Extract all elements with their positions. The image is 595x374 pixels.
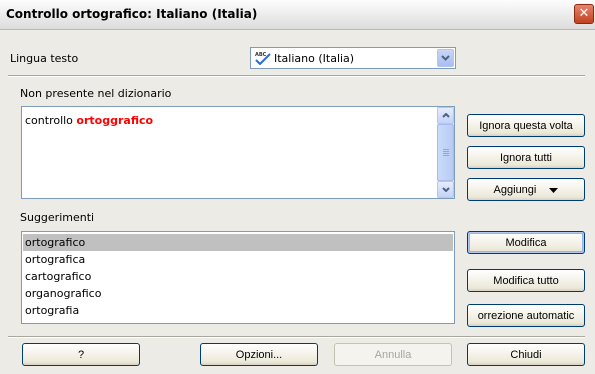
scroll-thumb[interactable] <box>437 124 454 181</box>
misspelled-word: ortoggrafico <box>76 114 154 127</box>
language-select[interactable]: ABC Italiano (Italia) <box>250 47 456 69</box>
window-title: Controllo ortografico: Italiano (Italia) <box>6 7 258 21</box>
dialog-body: Lingua testo ABC Italiano (Italia) Non p… <box>0 30 595 374</box>
separator <box>8 75 585 77</box>
title-bar: Controllo ortografico: Italiano (Italia)… <box>0 0 595 30</box>
ignore-all-button[interactable]: Ignora tutti <box>467 146 585 169</box>
svg-text:ABC: ABC <box>255 52 267 58</box>
ignore-once-button[interactable]: Ignora questa volta <box>467 114 585 137</box>
suggestion-item[interactable]: ortografico <box>23 234 453 251</box>
options-button[interactable]: Opzioni... <box>200 343 318 366</box>
sentence-text-area[interactable]: controllo ortoggrafico <box>21 106 455 199</box>
language-label: Lingua testo <box>10 52 79 65</box>
separator <box>8 336 585 338</box>
sentence-scrollbar[interactable] <box>437 107 454 198</box>
close-window-button[interactable]: ✕ <box>574 4 594 24</box>
suggestion-item[interactable]: organografico <box>23 285 453 302</box>
scroll-down-button[interactable] <box>437 181 454 198</box>
language-value: Italiano (Italia) <box>274 52 355 65</box>
suggestion-item[interactable]: ortografica <box>23 251 453 268</box>
suggestion-item[interactable]: ortografia <box>23 302 453 319</box>
suggestions-list[interactable]: ortografico ortografica cartografico org… <box>21 231 455 324</box>
sentence-text-before: controllo <box>25 114 73 127</box>
suggestion-item[interactable]: cartografico <box>23 268 453 285</box>
add-button[interactable]: Aggiungi <box>467 178 585 201</box>
chevron-up-icon <box>442 113 450 118</box>
not-in-dictionary-label: Non presente nel dizionario <box>20 87 172 100</box>
scroll-up-button[interactable] <box>437 107 454 124</box>
add-button-label: Aggiungi <box>493 184 537 196</box>
autocorrect-button[interactable]: orrezione automatic <box>467 304 585 327</box>
caret-down-icon <box>549 187 559 193</box>
close-button[interactable]: Chiudi <box>467 343 585 366</box>
chevron-down-icon <box>442 187 450 192</box>
help-button[interactable]: ? <box>22 343 140 366</box>
change-button[interactable]: Modifica <box>467 231 585 254</box>
suggestions-label: Suggerimenti <box>20 211 95 224</box>
abc-spellcheck-icon: ABC <box>255 52 271 65</box>
chevron-down-icon <box>441 55 450 61</box>
cancel-button[interactable]: Annulla <box>334 343 452 366</box>
language-dropdown-button[interactable] <box>437 49 454 67</box>
change-all-button[interactable]: Modifica tutto <box>467 269 585 292</box>
sentence-text: controllo ortoggrafico <box>25 114 153 127</box>
